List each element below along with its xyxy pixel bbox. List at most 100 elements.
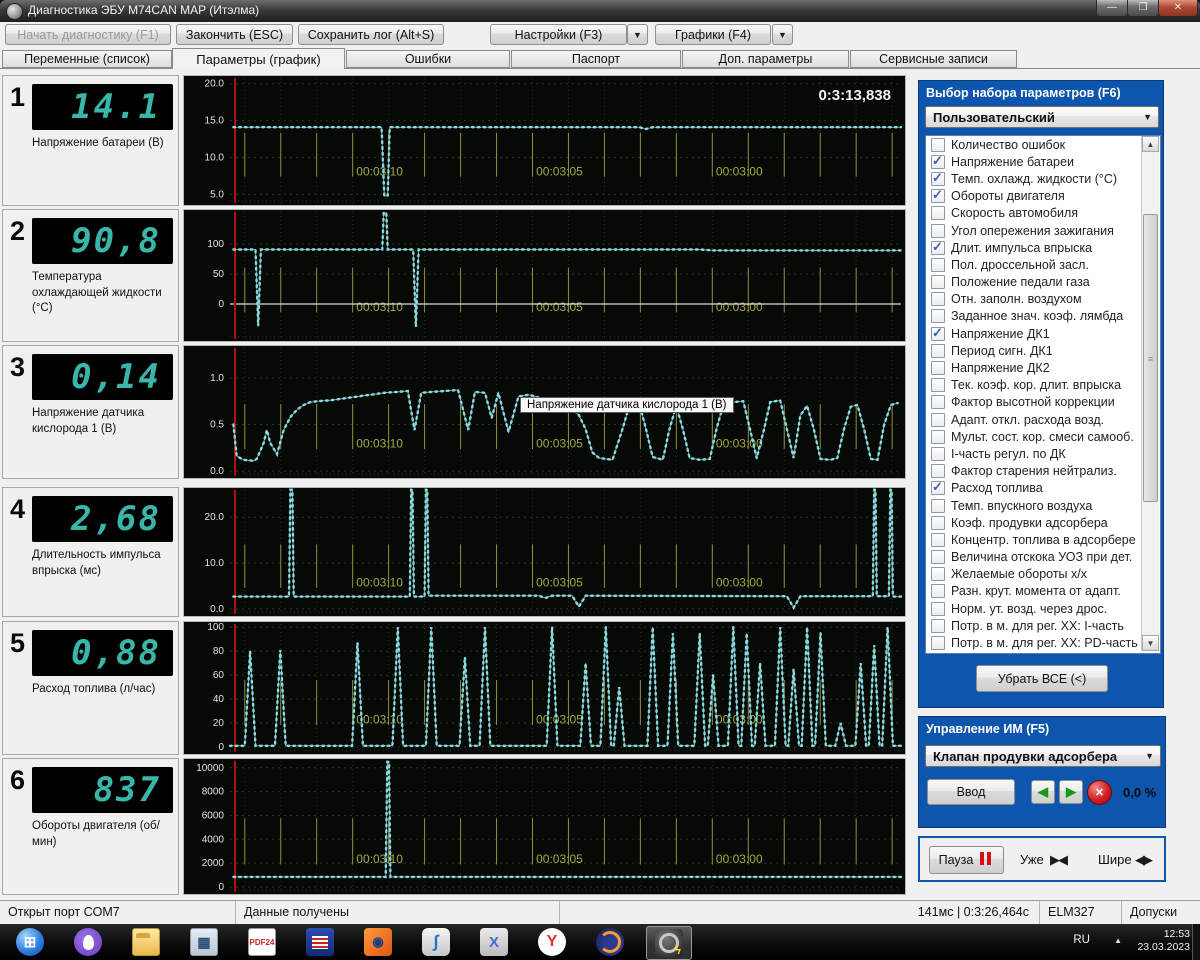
checkbox-icon[interactable]	[931, 636, 945, 650]
checkbox-icon[interactable]	[931, 292, 945, 306]
tab-extra-parameters[interactable]: Доп. параметры	[682, 50, 849, 68]
taskbar-button-app-drop[interactable]	[66, 926, 110, 958]
tab-service-records[interactable]: Сервисные записи	[850, 50, 1017, 68]
parameter-list-item[interactable]: Концентр. топлива в адсорбере	[926, 531, 1160, 548]
checkbox-icon[interactable]	[931, 206, 945, 220]
parameter-list-item[interactable]: Потр. в м. для рег. XX: I-часть	[926, 617, 1160, 634]
checkbox-icon[interactable]	[931, 464, 945, 478]
taskbar-button-firefox[interactable]	[588, 926, 632, 958]
chart-strip-6[interactable]: 100008000600040002000000:03:1000:03:0500…	[183, 758, 906, 895]
wider-icon[interactable]: ◀▶	[1135, 852, 1151, 868]
taskbar-button-yandex-browser[interactable]: Y	[530, 926, 574, 958]
parameter-list-item[interactable]: Отн. заполн. воздухом	[926, 291, 1160, 308]
remove-all-button[interactable]: Убрать ВСЕ (<)	[976, 665, 1108, 692]
checkbox-icon[interactable]	[931, 275, 945, 289]
decrease-arrow-button[interactable]: ◀	[1031, 780, 1055, 804]
settings-dropdown-arrow[interactable]: ▼	[627, 24, 648, 45]
parameter-list-item[interactable]: Расход топлива	[926, 480, 1160, 497]
chart-strip-4[interactable]: 20.010.00.000:03:1000:03:0500:03:00	[183, 487, 906, 617]
parameter-list-item[interactable]: I-часть регул. по ДК	[926, 445, 1160, 462]
checkbox-icon[interactable]	[931, 172, 945, 186]
checkbox-icon[interactable]	[931, 567, 945, 581]
checkbox-icon[interactable]	[931, 533, 945, 547]
tab-variables-list[interactable]: Переменные (список)	[2, 50, 172, 68]
chart-strip-5[interactable]: 10080604020000:03:1000:03:0500:03:00	[183, 621, 906, 755]
parameter-list-item[interactable]: Тек. коэф. кор. длит. впрыска	[926, 377, 1160, 394]
tray-expand-icon[interactable]: ▲	[1114, 936, 1122, 945]
parameter-list-item[interactable]: Напряжение батареи	[926, 153, 1160, 170]
parameter-list-item[interactable]: Величина отскока УОЗ при дет.	[926, 549, 1160, 566]
scroll-up-icon[interactable]: ▲	[1142, 136, 1159, 152]
parameter-list-item[interactable]: Период сигн. ДК1	[926, 342, 1160, 359]
parameter-list-item[interactable]: Количество ошибок	[926, 136, 1160, 153]
finish-button[interactable]: Закончить (ESC)	[176, 24, 293, 45]
checkbox-icon[interactable]	[931, 550, 945, 564]
parameter-list-item[interactable]: Фактор старения нейтрализ.	[926, 463, 1160, 480]
parameter-list-item[interactable]: Потр. в м. для рег. XX: PD-часть	[926, 634, 1160, 651]
close-button[interactable]: ✕	[1158, 0, 1198, 17]
restore-button[interactable]: ❐	[1127, 0, 1159, 17]
checkbox-icon[interactable]	[931, 516, 945, 530]
checkbox-icon[interactable]	[931, 430, 945, 444]
parameter-list-item[interactable]: Напряжение ДК2	[926, 359, 1160, 376]
checkbox-icon[interactable]	[931, 344, 945, 358]
parameter-list-item[interactable]: Темп. охл. жидк. при пуске	[926, 652, 1160, 654]
checkbox-icon[interactable]	[931, 378, 945, 392]
start-diagnostics-button[interactable]: Начать диагностику (F1)	[5, 24, 171, 45]
language-indicator[interactable]: RU	[1073, 934, 1090, 946]
taskbar-button-disk-app[interactable]	[298, 926, 342, 958]
parameter-list-item[interactable]: Коэф. продувки адсорбера	[926, 514, 1160, 531]
pause-button[interactable]: Пауза	[929, 846, 1004, 874]
checkbox-icon[interactable]	[931, 395, 945, 409]
tab-passport[interactable]: Паспорт	[511, 50, 681, 68]
save-log-button[interactable]: Сохранить лог (Alt+S)	[298, 24, 444, 45]
taskbar-button-calculator[interactable]: ▦	[182, 926, 226, 958]
checkbox-icon[interactable]	[931, 258, 945, 272]
parameter-list-item[interactable]: Заданное знач. коэф. лямбда	[926, 308, 1160, 325]
parameter-list-item[interactable]: Угол опережения зажигания	[926, 222, 1160, 239]
enter-button[interactable]: Ввод	[927, 779, 1015, 805]
taskbar-clock[interactable]: 12:53 23.03.2023	[1137, 928, 1190, 954]
scroll-down-icon[interactable]: ▼	[1142, 635, 1159, 651]
taskbar-button-image-viewer[interactable]: ◉	[356, 926, 400, 958]
checkbox-icon[interactable]	[931, 189, 945, 203]
checkbox-icon[interactable]	[931, 447, 945, 461]
chart-strip-1[interactable]: 20.015.010.05.000:03:1000:03:0500:03:000…	[183, 75, 906, 206]
parameter-list[interactable]: Количество ошибокНапряжение батареи Темп.…	[925, 135, 1161, 654]
parameter-list-item[interactable]: Желаемые обороты х/х	[926, 566, 1160, 583]
parameter-list-item[interactable]: Норм. ут. возд. через дрос.	[926, 600, 1160, 617]
parameter-list-item[interactable]: Пол. дроссельной засл.	[926, 256, 1160, 273]
taskbar-button-diagnostics-active[interactable]: ϟ	[646, 926, 692, 960]
parameter-list-item[interactable]: Обороты двигателя	[926, 188, 1160, 205]
tab-errors[interactable]: Ошибки	[346, 50, 510, 68]
checkbox-icon[interactable]	[931, 653, 945, 654]
checkbox-icon[interactable]	[931, 224, 945, 238]
graphs-button[interactable]: Графики (F4)	[655, 24, 771, 45]
checkbox-icon[interactable]	[931, 499, 945, 513]
minimize-button[interactable]: —	[1096, 0, 1128, 17]
charts-area[interactable]: Напряжение датчика кислорода 1 (В) 20.01…	[183, 75, 906, 895]
taskbar-button-pdf24[interactable]: PDF24	[240, 926, 284, 958]
parameter-list-item[interactable]: Темп. впускного воздуха	[926, 497, 1160, 514]
checkbox-icon[interactable]	[931, 309, 945, 323]
taskbar-button-phone-app[interactable]: ∫	[414, 926, 458, 958]
parameter-list-scrollbar[interactable]: ▲ ≡ ▼	[1141, 136, 1159, 651]
checkbox-icon[interactable]	[931, 327, 945, 341]
actuator-dropdown[interactable]: Клапан продувки адсорбера ▼	[925, 745, 1161, 767]
checkbox-icon[interactable]	[931, 155, 945, 169]
checkbox-icon[interactable]	[931, 138, 945, 152]
stop-icon[interactable]: ✕	[1087, 780, 1112, 805]
taskbar-button-x-app[interactable]: X	[472, 926, 516, 958]
chart-strip-2[interactable]: 10050000:03:1000:03:0500:03:00	[183, 209, 906, 342]
checkbox-icon[interactable]	[931, 619, 945, 633]
checkbox-icon[interactable]	[931, 361, 945, 375]
narrower-icon[interactable]: ▶◀	[1050, 852, 1066, 868]
show-desktop-button[interactable]	[1192, 924, 1200, 960]
increase-arrow-button[interactable]: ▶	[1059, 780, 1083, 804]
checkbox-icon[interactable]	[931, 481, 945, 495]
parameter-list-item[interactable]: Скорость автомобиля	[926, 205, 1160, 222]
settings-button[interactable]: Настройки (F3)	[490, 24, 627, 45]
taskbar-button-start[interactable]: ⊞	[8, 926, 52, 958]
checkbox-icon[interactable]	[931, 241, 945, 255]
parameter-list-item[interactable]: Фактор высотной коррекции	[926, 394, 1160, 411]
